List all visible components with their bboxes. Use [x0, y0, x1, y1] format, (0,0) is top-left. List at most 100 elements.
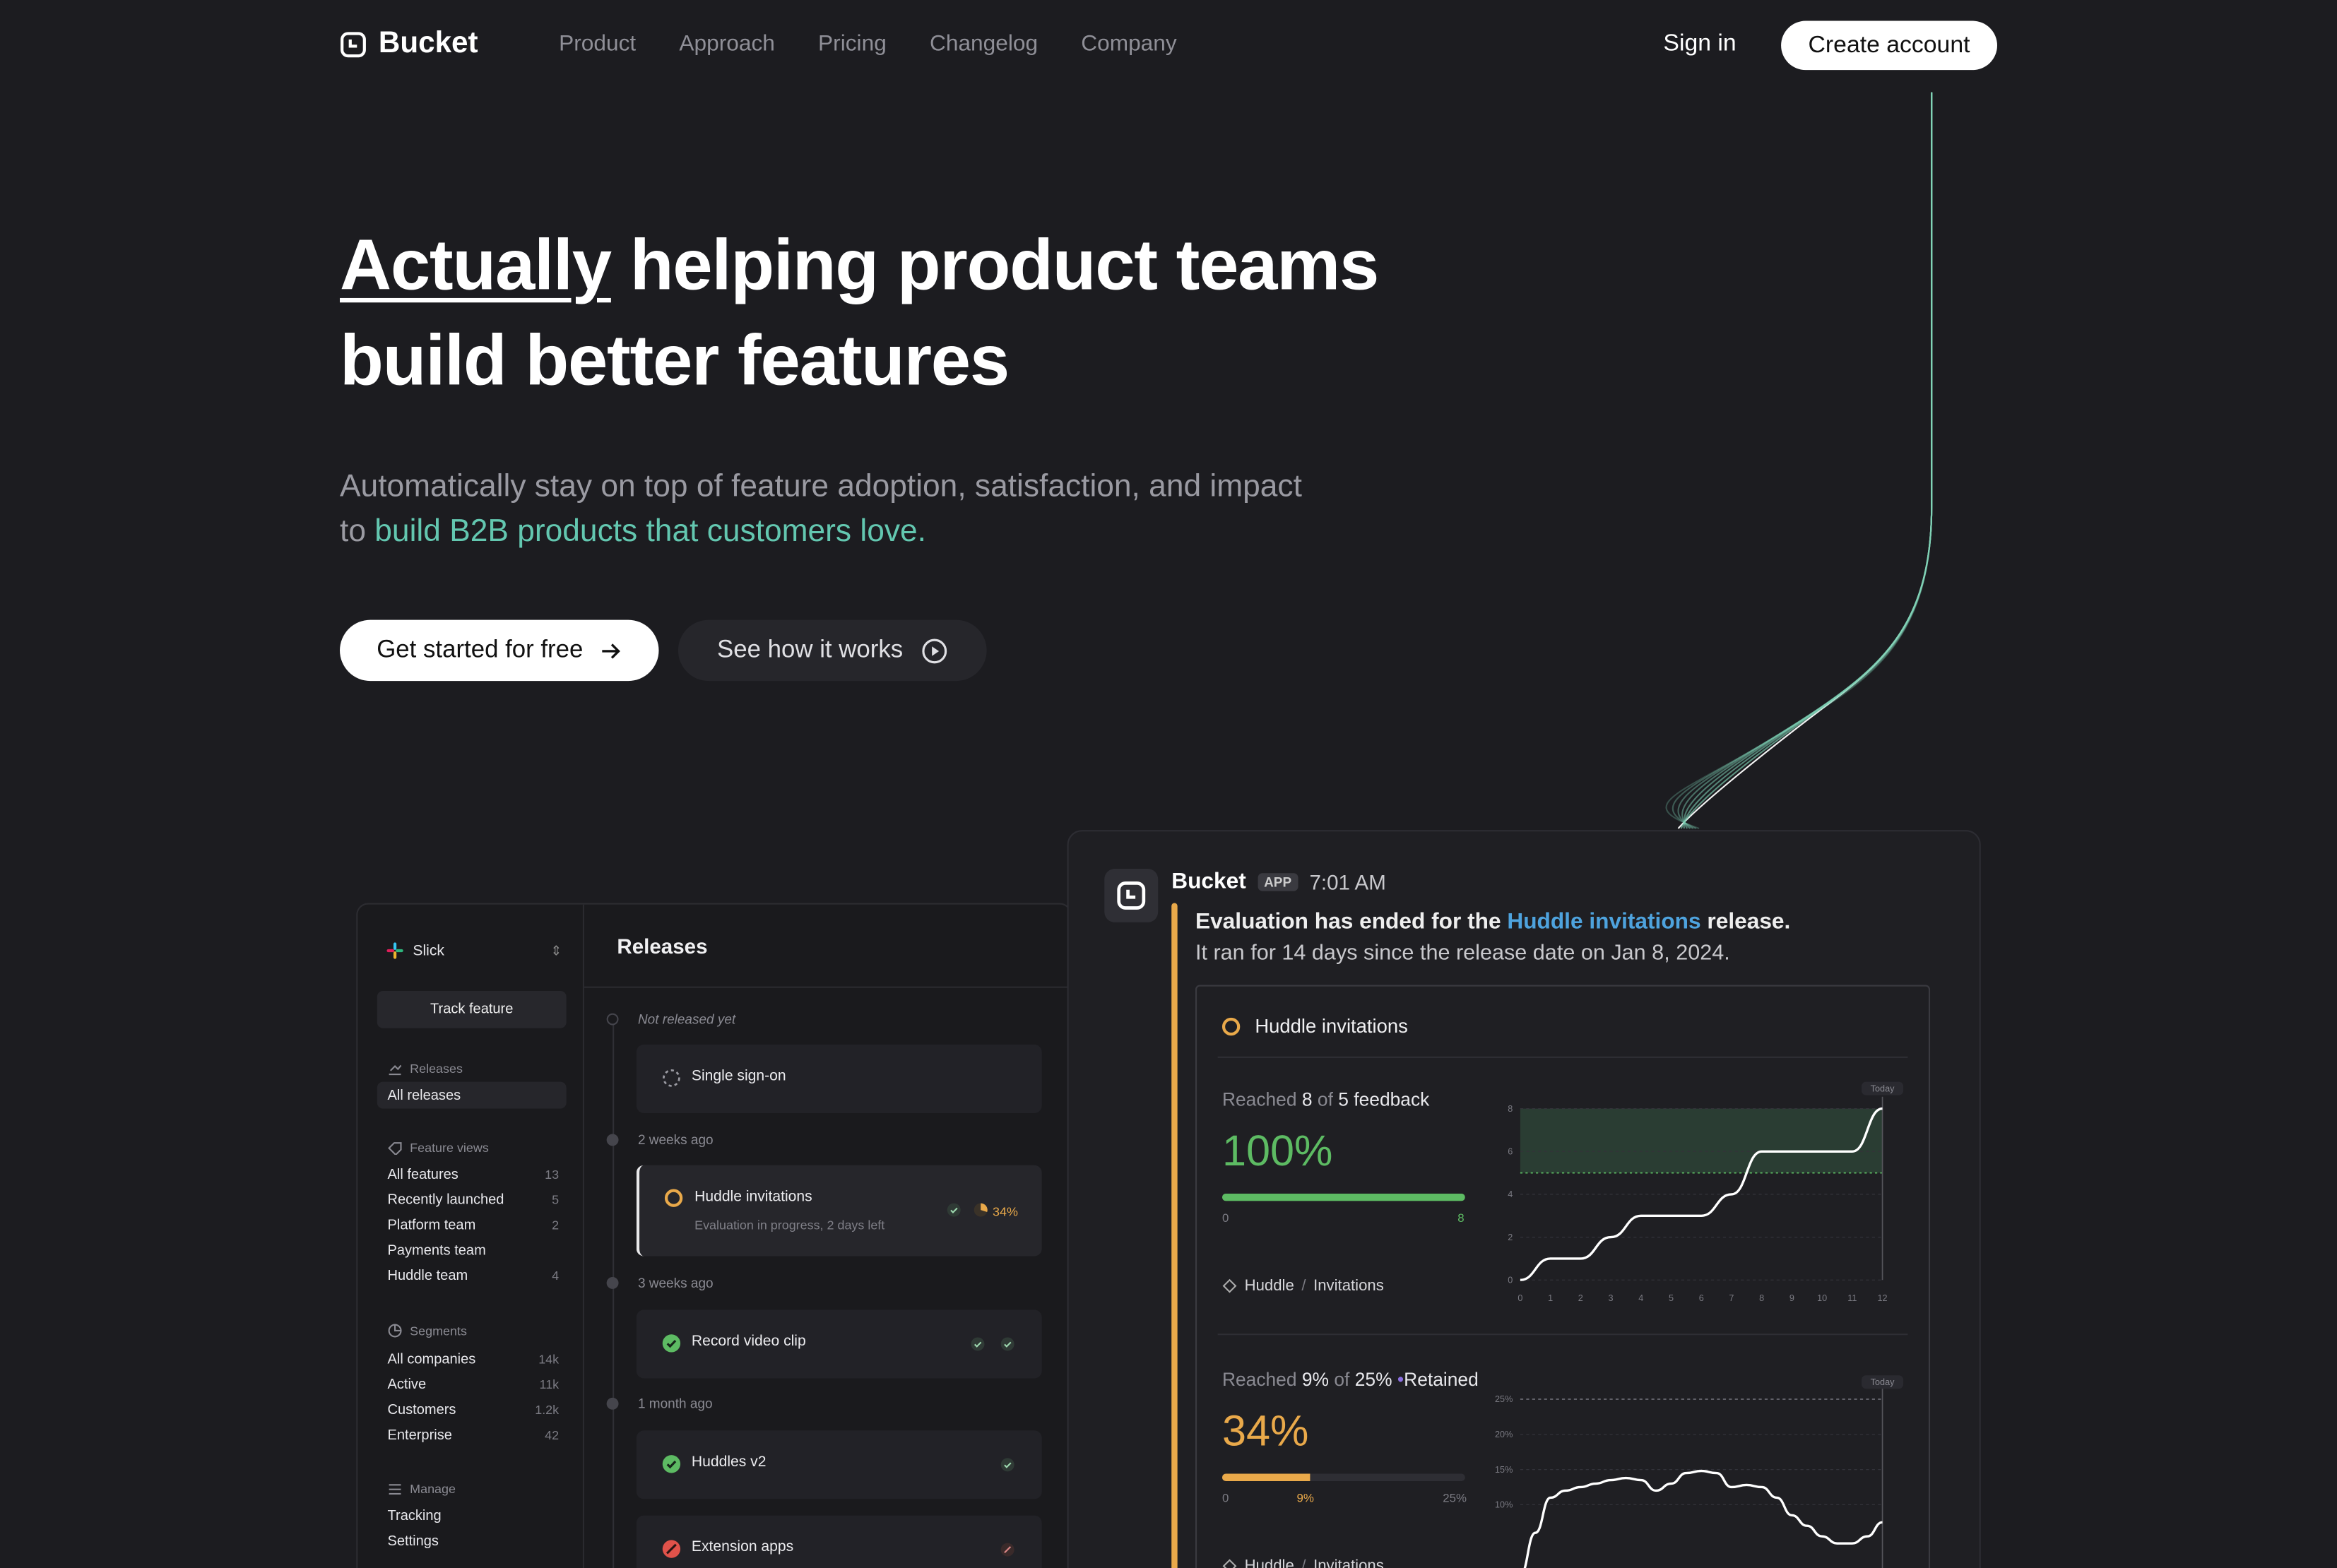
- sidebar-item-label: All companies: [387, 1351, 476, 1368]
- sidebar-item-all-releases[interactable]: All releases: [377, 1081, 567, 1109]
- x-tick-label: 2: [1578, 1293, 1583, 1303]
- release-card-huddles-v2[interactable]: Huddles v2: [636, 1430, 1042, 1499]
- sidebar-item-recently-launched[interactable]: Recently launched 5: [388, 1192, 560, 1208]
- progress-fill: [1221, 1473, 1310, 1482]
- of-word: of: [1334, 1369, 1350, 1391]
- y-tick-label: 10%: [1495, 1500, 1513, 1510]
- feature-path: Huddle / Invitations: [1222, 1277, 1384, 1295]
- sidebar-item-count: 5: [552, 1192, 560, 1207]
- release-link[interactable]: Huddle invitations: [1507, 909, 1700, 934]
- brand-logo[interactable]: Bucket: [340, 27, 478, 61]
- release-card-percent: 34%: [993, 1204, 1018, 1219]
- feature-path-separator: /: [1301, 1277, 1306, 1295]
- nav-approach[interactable]: Approach: [679, 31, 774, 57]
- hero-title: Actually helping product teams build bet…: [340, 219, 1383, 410]
- y-tick-label: 6: [1508, 1146, 1513, 1156]
- msg-pre: Evaluation has ended for the: [1195, 908, 1508, 934]
- nav-product[interactable]: Product: [559, 31, 636, 57]
- release-card-extension[interactable]: Extension apps: [636, 1515, 1042, 1568]
- sidebar-item-label: Settings: [387, 1533, 439, 1550]
- sidebar-item-label: Tracking: [387, 1508, 442, 1525]
- feedback-value: 8: [1301, 1089, 1313, 1110]
- x-tick-label: 4: [1638, 1293, 1643, 1303]
- x-tick-label: 11: [1847, 1293, 1857, 1303]
- progress-max: 25%: [1443, 1491, 1467, 1505]
- feature-name: Invitations: [1313, 1277, 1384, 1295]
- chevron-updown-icon: ⇕: [550, 942, 562, 958]
- release-card-title: Record video clip: [691, 1334, 806, 1350]
- release-card-record[interactable]: Record video clip: [636, 1309, 1042, 1379]
- retained-unit: Retained: [1404, 1369, 1479, 1391]
- sidebar-item-active[interactable]: Active 11k: [388, 1377, 560, 1393]
- track-feature-button[interactable]: Track feature: [377, 990, 567, 1028]
- sidebar-item-settings[interactable]: Settings: [388, 1533, 560, 1550]
- release-card-sso[interactable]: Single sign-on: [636, 1044, 1042, 1113]
- reached-word: Reached: [1221, 1089, 1297, 1110]
- feedback-reached: Reached 8 of 5 feedback: [1222, 1089, 1429, 1110]
- nav-changelog[interactable]: Changelog: [930, 31, 1038, 57]
- notification-panel: Bucket APP 7:01 AM Evaluation has ended …: [1067, 830, 1981, 1568]
- main-nav: Product Approach Pricing Changelog Compa…: [559, 31, 1177, 57]
- message-time: 7:01 AM: [1309, 869, 1386, 893]
- timeline-dot: [606, 1134, 619, 1146]
- sidebar-item-count: 14k: [538, 1351, 560, 1367]
- divider: [1217, 1334, 1908, 1336]
- feature-path: Huddle / Invitations: [1222, 1557, 1384, 1568]
- sidebar-item-count: 2: [552, 1217, 560, 1233]
- sidebar-item-tracking[interactable]: Tracking: [388, 1508, 560, 1524]
- nav-pricing[interactable]: Pricing: [818, 31, 887, 57]
- y-tick-label: 2: [1508, 1233, 1513, 1242]
- workspace-switcher[interactable]: Slick ⇕: [386, 942, 562, 959]
- sidebar-item-customers[interactable]: Customers 1.2k: [388, 1402, 560, 1418]
- feedback-progress-bar: [1221, 1193, 1465, 1201]
- release-card-title: Huddle invitations: [694, 1189, 812, 1206]
- tag-icon: [388, 1141, 402, 1154]
- divider: [1217, 1056, 1908, 1058]
- release-card-title: Huddles v2: [691, 1454, 767, 1471]
- sidebar-item-all-companies[interactable]: All companies 14k: [388, 1351, 560, 1367]
- flow-line: [1672, 92, 1933, 829]
- pie-icon: [388, 1324, 402, 1338]
- see-how-it-works-button[interactable]: See how it works: [678, 619, 987, 682]
- feature-name: Invitations: [1313, 1557, 1384, 1568]
- retained-percent: 34%: [1221, 1408, 1309, 1456]
- message-accent-bar: [1171, 903, 1178, 1568]
- feature-group: Huddle: [1244, 1557, 1294, 1568]
- progress-min: 0: [1221, 1491, 1229, 1505]
- sidebar-item-platform-team[interactable]: Platform team 2: [388, 1218, 560, 1234]
- nav-company[interactable]: Company: [1081, 31, 1176, 57]
- x-tick-label: 1: [1548, 1293, 1553, 1303]
- diamond-icon: [1222, 1278, 1237, 1293]
- progress-max: 8: [1457, 1211, 1465, 1225]
- timeline-dot: [606, 1013, 619, 1026]
- sidebar-item-label: Active: [387, 1377, 427, 1394]
- release-card-huddle[interactable]: Huddle invitations Evaluation in progres…: [636, 1165, 1042, 1257]
- get-started-label: Get started for free: [377, 636, 584, 663]
- create-account-button[interactable]: Create account: [1781, 20, 1997, 71]
- diamond-icon: [1222, 1559, 1237, 1568]
- app-sidebar: Slick ⇕ Track feature Releases All relea…: [357, 904, 585, 1568]
- get-started-button[interactable]: Get started for free: [340, 619, 659, 682]
- progress-ring-icon: [1221, 1016, 1241, 1035]
- check-icon: [971, 1337, 985, 1351]
- group-not-released: Not released yet: [637, 1011, 736, 1027]
- message-line-2: It ran for 14 days since the release dat…: [1195, 942, 1730, 966]
- sidebar-item-huddle-team[interactable]: Huddle team 4: [388, 1268, 560, 1284]
- msg-post: release.: [1700, 908, 1791, 934]
- section-manage: Manage: [388, 1481, 456, 1496]
- sender-name: Bucket: [1171, 868, 1246, 894]
- bucket-app-avatar: [1104, 868, 1159, 922]
- y-tick-label: 4: [1508, 1189, 1513, 1199]
- y-tick-label: 25%: [1495, 1394, 1513, 1404]
- sidebar-item-all-features[interactable]: All features 13: [388, 1167, 560, 1183]
- releases-panel: Releases Not released yet Single sign-on…: [584, 905, 1070, 1568]
- x-tick-label: 0: [1517, 1293, 1522, 1303]
- x-tick-label: 3: [1609, 1293, 1614, 1303]
- today-label: Today: [1871, 1377, 1895, 1387]
- sign-in-link[interactable]: Sign in: [1663, 31, 1736, 58]
- sidebar-item-label: All releases: [387, 1087, 461, 1104]
- sidebar-item-payments-team[interactable]: Payments team: [388, 1242, 560, 1259]
- slack-logo-icon: [386, 942, 403, 959]
- sidebar-item-enterprise[interactable]: Enterprise 42: [388, 1427, 560, 1444]
- arrow-right-icon: [602, 643, 621, 658]
